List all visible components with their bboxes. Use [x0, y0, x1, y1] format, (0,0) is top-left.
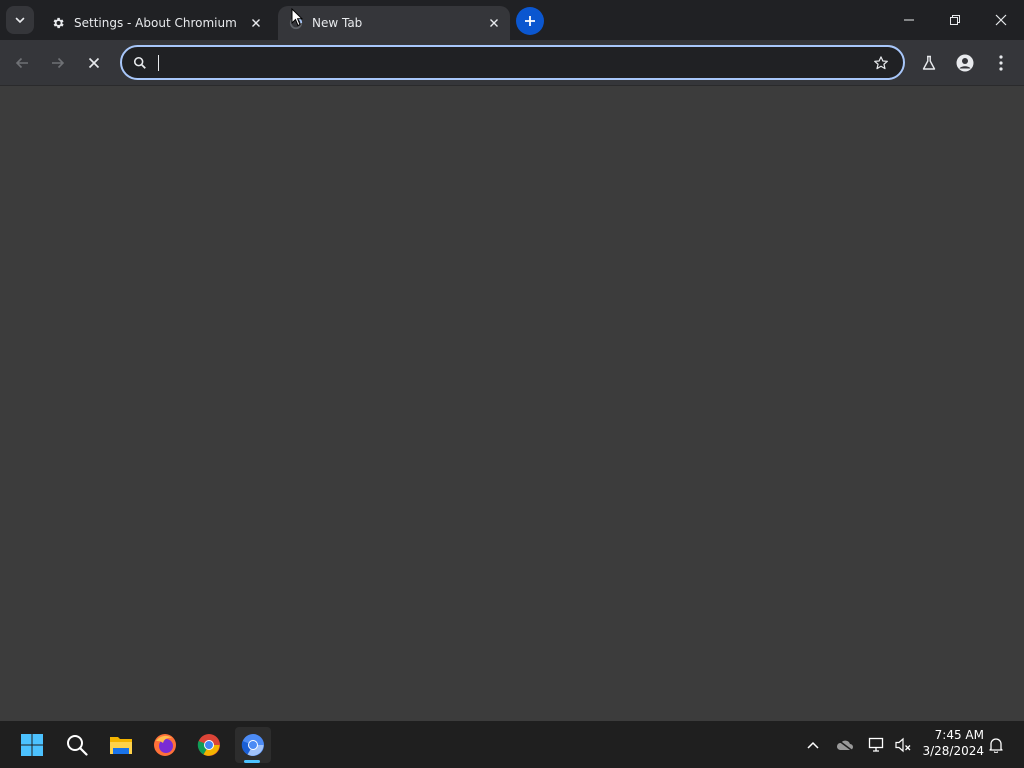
close-tab-button[interactable] [484, 13, 504, 33]
profile-button[interactable] [949, 47, 981, 79]
onedrive-tray-button[interactable] [833, 733, 857, 757]
forward-button[interactable] [42, 47, 74, 79]
close-icon [490, 19, 498, 27]
restore-icon [950, 15, 960, 25]
firefox-icon [154, 734, 176, 756]
tab-title: New Tab [312, 16, 363, 30]
window-controls [886, 0, 1024, 40]
network-tray-button[interactable] [865, 733, 889, 757]
bookmark-star-button[interactable] [867, 49, 895, 77]
search-icon [130, 56, 150, 70]
start-button[interactable] [14, 727, 50, 763]
system-clock[interactable]: 7:45 AM 3/28/2024 [922, 727, 984, 759]
arrow-left-icon [15, 57, 28, 69]
network-icon [868, 737, 884, 752]
tab-new-tab[interactable]: New Tab [278, 6, 510, 40]
taskbar-file-explorer[interactable] [103, 727, 139, 763]
close-icon [88, 57, 100, 69]
close-window-button[interactable] [978, 0, 1024, 40]
close-icon [995, 14, 1007, 26]
volume-muted-icon [895, 737, 911, 753]
volume-tray-button[interactable] [891, 733, 915, 757]
stop-loading-button[interactable] [78, 47, 110, 79]
clock-date: 3/28/2024 [922, 744, 984, 758]
close-tab-button[interactable] [246, 13, 266, 33]
page-content [0, 86, 1024, 721]
address-bar[interactable] [120, 45, 905, 80]
gear-icon [50, 15, 66, 31]
tab-strip: Settings - About Chromium New Tab [0, 0, 1024, 40]
taskbar-chromium[interactable] [235, 727, 271, 763]
arrow-right-icon [52, 57, 65, 69]
notifications-button[interactable] [984, 733, 1008, 757]
restore-button[interactable] [932, 0, 978, 40]
active-app-indicator [244, 760, 260, 763]
clock-time: 7:45 AM [934, 728, 984, 742]
chevron-up-icon [807, 741, 819, 749]
tab-title: Settings - About Chromium [74, 16, 237, 30]
cloud-offline-icon [836, 739, 853, 751]
search-icon [67, 735, 88, 756]
mouse-cursor-icon [291, 8, 303, 27]
more-vert-icon [999, 55, 1003, 71]
minimize-button[interactable] [886, 0, 932, 40]
address-input[interactable] [150, 53, 867, 72]
browser-toolbar [0, 40, 1024, 86]
tab-search-button[interactable] [6, 6, 34, 34]
chromium-icon [241, 734, 264, 756]
taskbar-firefox[interactable] [147, 727, 183, 763]
star-icon [874, 55, 888, 69]
plus-icon [525, 16, 535, 26]
avatar-icon [956, 54, 974, 72]
show-hidden-icons-button[interactable] [801, 733, 825, 757]
labs-button[interactable] [913, 47, 945, 79]
tab-settings[interactable]: Settings - About Chromium [40, 6, 272, 40]
text-caret [158, 55, 159, 71]
back-button[interactable] [6, 47, 38, 79]
flask-icon [922, 55, 936, 70]
minimize-icon [904, 19, 914, 21]
windows-start-icon [21, 734, 43, 756]
chrome-icon [197, 734, 220, 756]
taskbar-search-button[interactable] [59, 727, 95, 763]
taskbar-chrome[interactable] [191, 727, 227, 763]
chevron-down-icon [15, 17, 25, 24]
file-explorer-icon [110, 737, 132, 754]
menu-button[interactable] [985, 47, 1017, 79]
close-icon [252, 19, 260, 27]
new-tab-button[interactable] [516, 7, 544, 35]
taskbar: 7:45 AM 3/28/2024 [0, 721, 1024, 768]
bell-icon [989, 738, 1003, 753]
